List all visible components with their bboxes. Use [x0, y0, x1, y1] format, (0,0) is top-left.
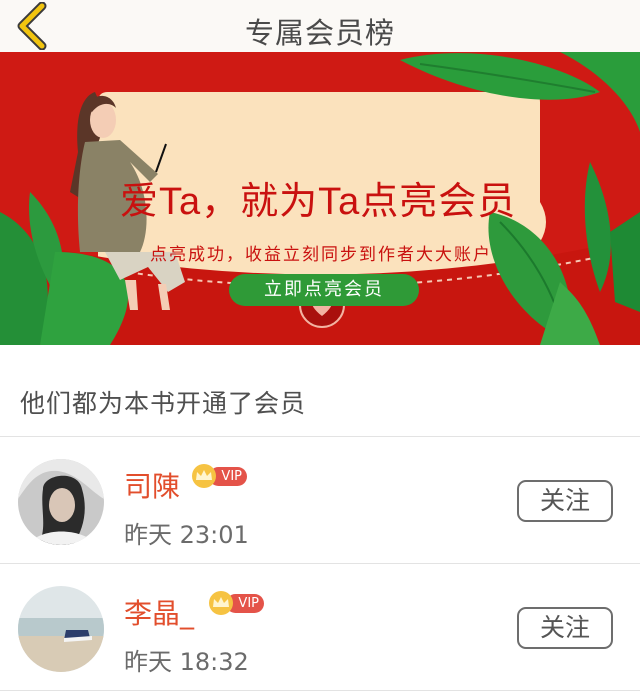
section-title: 他们都为本书开通了会员: [20, 389, 307, 418]
crown-icon: [209, 591, 233, 615]
follow-button[interactable]: 关注: [517, 607, 613, 649]
member-name[interactable]: 司陳: [124, 465, 180, 505]
member-time: 昨天 18:32: [124, 648, 249, 676]
top-bar: 专属会员榜: [0, 0, 640, 52]
member-row: 李晶_ VIP 昨天 18:32 关注: [0, 564, 640, 690]
user-photo: [18, 586, 104, 672]
member-time: 昨天 23:01: [124, 521, 249, 549]
avatar[interactable]: [18, 459, 104, 545]
avatar[interactable]: [18, 586, 104, 672]
banner-subtitle: 点亮成功，收益立刻同步到作者大大账户: [150, 245, 492, 265]
divider: [0, 690, 640, 691]
member-row: 司陳 VIP 昨天 23:01 关注: [0, 437, 640, 563]
user-photo: [18, 459, 104, 545]
activate-membership-button[interactable]: 立即点亮会员: [229, 274, 419, 306]
follow-button[interactable]: 关注: [517, 480, 613, 522]
crown-icon: [192, 464, 216, 488]
banner-headline: 爱Ta，就为Ta点亮会员: [120, 181, 517, 223]
promo-banner[interactable]: 爱Ta，就为Ta点亮会员 点亮成功，收益立刻同步到作者大大账户 立即点亮会员: [0, 52, 640, 345]
member-name[interactable]: 李晶_: [124, 592, 194, 632]
page-title: 专属会员榜: [244, 16, 395, 50]
